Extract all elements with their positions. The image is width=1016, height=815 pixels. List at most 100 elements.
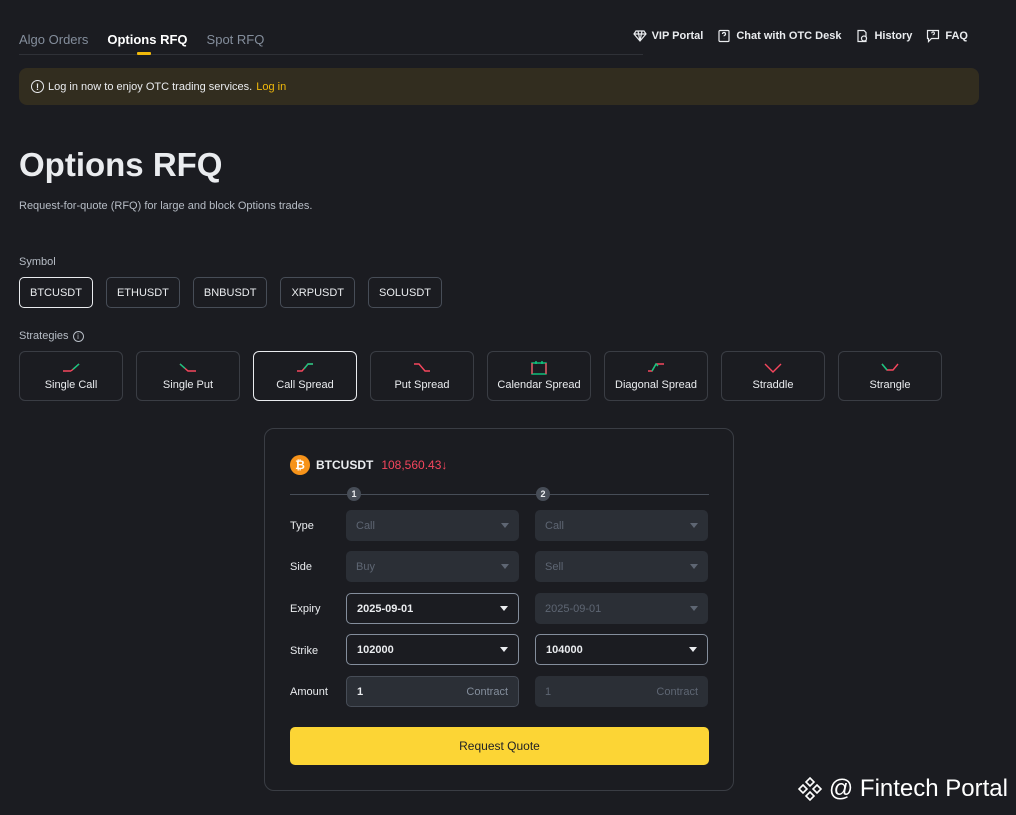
leg2-type-select[interactable]: Call — [535, 510, 708, 541]
amount-label: Amount — [290, 686, 328, 698]
leg1-strike-value: 102000 — [357, 643, 394, 656]
chat-icon — [718, 29, 730, 43]
strategy-selector: Single Call Single Put Call Spread Put S… — [19, 351, 942, 401]
symbol-ethusdt[interactable]: ETHUSDT — [105, 277, 180, 308]
call-spread-icon — [297, 363, 313, 372]
diamond-icon — [632, 30, 647, 42]
info-icon: ! — [31, 80, 44, 93]
rfq-form-card: ₿ BTCUSDT 108,560.43↓ 1 2 Type Call Call… — [264, 428, 734, 791]
tab-spot-rfq[interactable]: Spot RFQ — [207, 22, 265, 55]
binance-logo-icon — [797, 776, 823, 802]
strategy-calendar-spread[interactable]: Calendar Spread — [487, 351, 591, 401]
strategy-label: Put Spread — [394, 379, 450, 391]
leg2-strike-value: 104000 — [546, 643, 583, 656]
chevron-down-icon — [501, 564, 509, 569]
chevron-down-icon — [690, 523, 698, 528]
leg-2-badge: 2 — [536, 487, 550, 501]
single-call-icon — [63, 363, 80, 372]
watermark-text: @ Fintech Portal — [828, 775, 1008, 802]
strategy-straddle[interactable]: Straddle — [721, 351, 825, 401]
strategy-label: Strangle — [869, 379, 911, 391]
leg-1-badge: 1 — [347, 487, 361, 501]
chat-otc-desk-label: Chat with OTC Desk — [736, 30, 842, 42]
diagonal-spread-icon — [648, 362, 664, 372]
history-link[interactable]: History — [855, 29, 912, 43]
card-header: ₿ BTCUSDT 108,560.43↓ — [290, 455, 447, 475]
banner-message: Log in now to enjoy OTC trading services… — [48, 80, 253, 93]
symbol-xrpusdt[interactable]: XRPUSDT — [280, 277, 356, 308]
strangle-icon — [881, 363, 899, 371]
faq-label: FAQ — [945, 30, 968, 42]
top-nav: Algo Orders Options RFQ Spot RFQ — [19, 22, 643, 55]
strategy-label: Calendar Spread — [497, 379, 581, 391]
strategy-label: Single Call — [44, 379, 98, 391]
strategy-put-spread[interactable]: Put Spread — [370, 351, 474, 401]
leg1-expiry-select[interactable]: 2025-09-01 — [346, 593, 519, 624]
leg1-side-value: Buy — [356, 560, 375, 573]
leg1-type-value: Call — [356, 519, 375, 532]
leg2-amount-value: 1 — [545, 685, 552, 698]
put-spread-icon — [414, 363, 430, 372]
page-description: Request-for-quote (RFQ) for large and bl… — [19, 200, 313, 212]
leg2-expiry-select[interactable]: 2025-09-01 — [535, 593, 708, 624]
strategy-diagonal-spread[interactable]: Diagonal Spread — [604, 351, 708, 401]
strike-label: Strike — [290, 645, 319, 657]
strategies-label: Strategies i — [19, 330, 84, 342]
strategy-label: Single Put — [162, 379, 214, 391]
chevron-down-icon — [501, 523, 509, 528]
side-label: Side — [290, 561, 313, 573]
strategy-strangle[interactable]: Strangle — [838, 351, 942, 401]
symbol-label: Symbol — [19, 256, 56, 268]
strategy-label: Call Spread — [276, 379, 334, 391]
symbol-selector: BTCUSDT ETHUSDT BNBUSDT XRPUSDT SOLUSDT — [19, 277, 442, 308]
faq-link[interactable]: FAQ — [926, 29, 968, 43]
vip-portal-label: VIP Portal — [651, 30, 704, 42]
leg2-type-value: Call — [545, 519, 564, 532]
history-label: History — [874, 30, 913, 42]
expiry-label: Expiry — [290, 603, 321, 615]
strategy-label: Diagonal Spread — [615, 379, 697, 391]
symbol-bnbusdt[interactable]: BNBUSDT — [192, 277, 268, 308]
leg2-side-select[interactable]: Sell — [535, 551, 708, 582]
leg1-amount-unit: Contract — [466, 685, 508, 698]
tab-options-rfq[interactable]: Options RFQ — [107, 22, 188, 55]
single-put-icon — [179, 363, 196, 372]
chevron-down-icon — [689, 647, 697, 652]
straddle-icon — [764, 363, 782, 373]
strategy-single-call[interactable]: Single Call — [19, 351, 123, 401]
watermark: @ Fintech Portal — [797, 775, 1008, 803]
faq-icon — [927, 29, 940, 43]
chat-otc-desk-link[interactable]: Chat with OTC Desk — [717, 29, 841, 43]
card-price: 108,560.43↓ — [381, 458, 448, 472]
strategies-label-text: Strategies — [19, 330, 69, 342]
leg2-amount-input[interactable]: 1 Contract — [535, 676, 708, 707]
tab-algo-orders[interactable]: Algo Orders — [19, 22, 88, 55]
symbol-btcusdt[interactable]: BTCUSDT — [19, 277, 93, 308]
card-symbol: BTCUSDT — [316, 458, 374, 472]
request-quote-button[interactable]: Request Quote — [290, 727, 709, 765]
leg2-side-value: Sell — [545, 560, 564, 573]
top-links: VIP Portal Chat with OTC Desk History FA… — [632, 29, 968, 43]
leg1-type-select[interactable]: Call — [346, 510, 519, 541]
page-title: Options RFQ — [19, 146, 223, 183]
login-link[interactable]: Log in — [256, 81, 286, 93]
leg1-amount-input[interactable]: 1 Contract — [346, 676, 519, 707]
bitcoin-icon: ₿ — [290, 455, 310, 475]
login-banner: ! Log in now to enjoy OTC trading servic… — [19, 68, 979, 105]
strategy-call-spread[interactable]: Call Spread — [253, 351, 357, 401]
chevron-down-icon — [500, 606, 508, 611]
leg2-strike-select[interactable]: 104000 — [535, 634, 708, 665]
symbol-solusdt[interactable]: SOLUSDT — [368, 277, 442, 308]
chevron-down-icon — [500, 647, 508, 652]
leg1-strike-select[interactable]: 102000 — [346, 634, 519, 665]
history-icon — [857, 29, 868, 43]
leg1-side-select[interactable]: Buy — [346, 551, 519, 582]
strategy-single-put[interactable]: Single Put — [136, 351, 240, 401]
chevron-down-icon — [690, 564, 698, 569]
vip-portal-link[interactable]: VIP Portal — [632, 29, 704, 43]
leg2-expiry-value: 2025-09-01 — [545, 602, 602, 615]
leg1-amount-value: 1 — [357, 685, 364, 698]
info-icon[interactable]: i — [72, 330, 84, 342]
type-label: Type — [290, 520, 314, 532]
calendar-spread-icon — [531, 361, 547, 375]
